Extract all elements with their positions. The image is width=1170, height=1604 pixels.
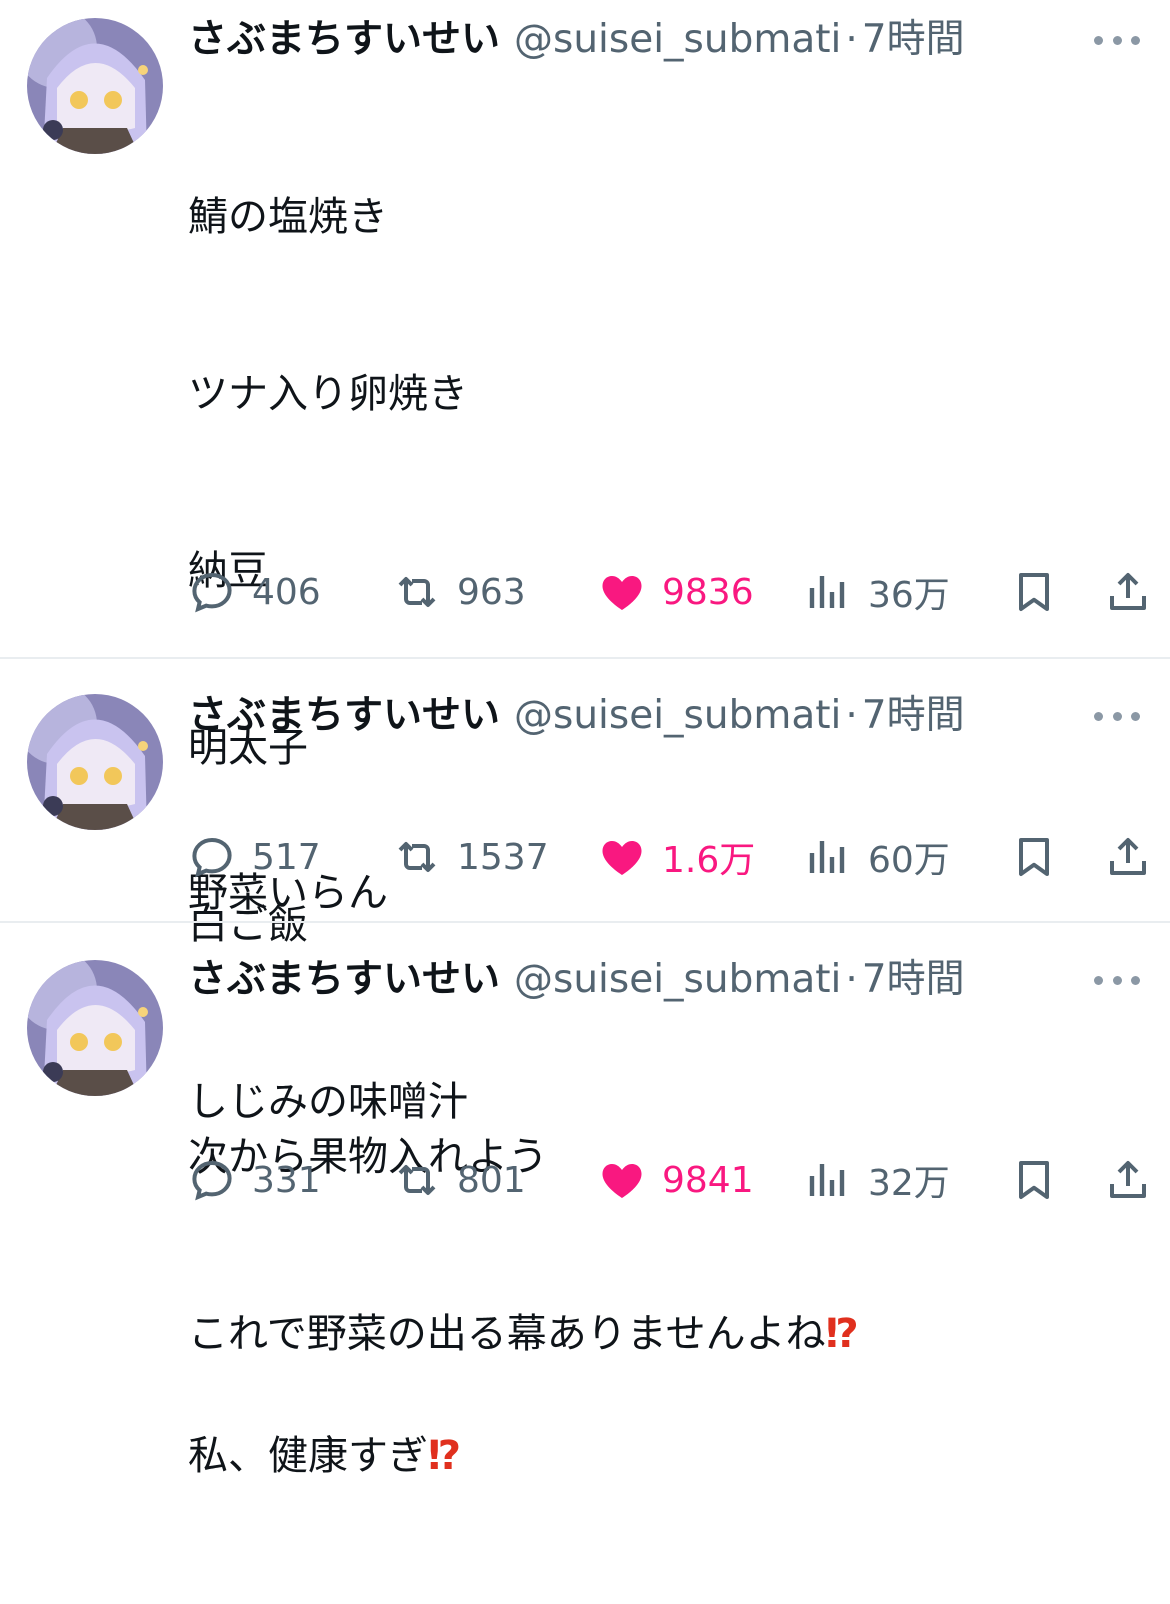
reply-button[interactable]: 517 [188, 827, 321, 887]
retweet-count: 963 [457, 571, 526, 613]
action-bar: 517 1537 1.6万 60万 [0, 827, 1170, 887]
views-button[interactable]: 60万 [804, 827, 950, 887]
views-button[interactable]: 36万 [804, 562, 950, 622]
bookmark-icon [1019, 838, 1049, 876]
text-line: ツナ入り卵焼き [188, 371, 468, 417]
display-name[interactable]: さぶまちすいせい [188, 693, 500, 738]
avatar[interactable] [27, 694, 163, 830]
reply-icon [192, 1160, 232, 1201]
text-line-content: これで野菜の出る幕ありませんよね [188, 1311, 826, 1357]
separator-dot: · [845, 957, 858, 1002]
timestamp[interactable]: 7時間 [862, 957, 965, 1002]
retweet-icon [398, 1165, 436, 1195]
divider [0, 921, 1170, 923]
share-icon [1110, 838, 1146, 875]
share-icon [1110, 573, 1146, 610]
reply-count: 331 [252, 1159, 321, 1201]
like-count: 9841 [662, 1159, 754, 1201]
reply-icon [192, 837, 232, 878]
tweet[interactable]: さぶまちすいせい @suisei_submati · 7時間 野菜いらん 517 15… [0, 660, 1170, 922]
avatar[interactable] [27, 18, 163, 154]
reply-count: 517 [252, 836, 321, 878]
display-name[interactable]: さぶまちすいせい [188, 17, 500, 62]
share-button[interactable] [1104, 1150, 1152, 1210]
retweet-button[interactable]: 801 [393, 1150, 526, 1210]
display-name[interactable]: さぶまちすいせい [188, 957, 500, 1002]
bookmark-button[interactable] [1010, 562, 1058, 622]
bookmark-button[interactable] [1010, 1150, 1058, 1210]
like-heart-icon [602, 1164, 642, 1198]
share-icon [1110, 1161, 1146, 1198]
retweet-icon [398, 577, 436, 607]
reply-count: 406 [252, 571, 321, 613]
user-handle[interactable]: @suisei_submati [514, 17, 841, 62]
divider [0, 657, 1170, 659]
more-icon[interactable] [1094, 696, 1140, 736]
reply-button[interactable]: 331 [188, 1150, 321, 1210]
views-count: 32万 [868, 1163, 950, 1204]
reply-icon [192, 572, 232, 613]
like-button[interactable]: 9836 [598, 562, 754, 622]
tweet-header: さぶまちすいせい @suisei_submati · 7時間 [188, 10, 1170, 70]
like-count: 1.6万 [662, 840, 756, 881]
text-line: これで野菜の出る幕ありませんよね⁉ [188, 1305, 859, 1364]
tweet-text: 次から果物入れよう これで野菜の出る幕ありませんよね⁉ [188, 1010, 859, 1482]
like-heart-icon [602, 841, 642, 875]
avatar[interactable] [27, 960, 163, 1096]
tweet-header: さぶまちすいせい @suisei_submati · 7時間 [188, 686, 1170, 746]
like-heart-icon [602, 576, 642, 610]
retweet-count: 1537 [457, 836, 549, 878]
user-handle[interactable]: @suisei_submati [514, 957, 841, 1002]
like-button[interactable]: 1.6万 [598, 827, 755, 887]
bookmark-button[interactable] [1010, 827, 1058, 887]
views-count: 36万 [868, 575, 950, 616]
like-count: 9836 [662, 571, 754, 613]
user-handle[interactable]: @suisei_submati [514, 693, 841, 738]
views-icon [809, 576, 845, 608]
like-button[interactable]: 9841 [598, 1150, 754, 1210]
separator-dot: · [845, 693, 858, 738]
tweet[interactable]: さぶまちすいせい @suisei_submati · 7時間 次から果物入れよう これ… [0, 924, 1170, 1357]
exclamation-question-emoji: ⁉ [825, 1311, 859, 1357]
views-button[interactable]: 32万 [804, 1150, 950, 1210]
more-icon[interactable] [1094, 20, 1140, 60]
text-line: 鯖の塩焼き [188, 194, 388, 240]
timestamp[interactable]: 7時間 [862, 693, 965, 738]
tweet-header: さぶまちすいせい @suisei_submati · 7時間 [188, 950, 1170, 1010]
bookmark-icon [1019, 573, 1049, 611]
action-bar: 331 801 9841 32万 [0, 1150, 1170, 1210]
action-bar: 406 963 9836 36万 [0, 562, 1170, 622]
more-icon[interactable] [1094, 960, 1140, 1000]
reply-button[interactable]: 406 [188, 562, 321, 622]
share-button[interactable] [1104, 827, 1152, 887]
retweet-count: 801 [457, 1159, 526, 1201]
tweet[interactable]: さぶまちすいせい @suisei_submati · 7時間 鯖の塩焼き ツナ入り卵焼… [0, 0, 1170, 1479]
views-icon [809, 841, 845, 873]
timestamp[interactable]: 7時間 [862, 17, 965, 62]
bookmark-icon [1019, 1161, 1049, 1199]
retweet-button[interactable]: 1537 [393, 827, 549, 887]
retweet-button[interactable]: 963 [393, 562, 526, 622]
retweet-icon [398, 842, 436, 872]
views-count: 60万 [868, 840, 950, 881]
share-button[interactable] [1104, 562, 1152, 622]
separator-dot: · [845, 17, 858, 62]
views-icon [809, 1164, 845, 1196]
